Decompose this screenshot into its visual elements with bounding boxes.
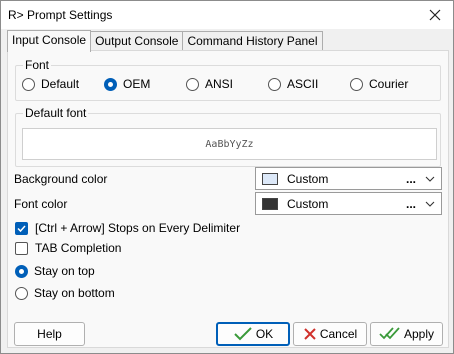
title-bar: R> Prompt Settings [1, 1, 453, 29]
tab-completion-checkbox-label: TAB Completion [35, 241, 122, 255]
help-button-label: Help [37, 327, 62, 341]
stay-on-top-radio[interactable]: Stay on top [15, 264, 95, 278]
font-color-label: Font color [14, 197, 68, 211]
close-icon[interactable] [425, 5, 445, 25]
background-color-value: Custom [287, 171, 329, 186]
font-radio-default-label: Default [41, 77, 80, 91]
background-color-select[interactable]: Custom ... [255, 167, 442, 190]
double-checkmark-icon [379, 327, 401, 341]
font-radio-default[interactable]: Default [22, 77, 79, 91]
tab-input-console[interactable]: Input Console [7, 30, 92, 52]
radio-indicator-selected [104, 77, 117, 91]
checkbox-indicator [15, 241, 28, 255]
font-radio-oem-label: OEM [123, 77, 151, 91]
font-group-label: Font [23, 58, 52, 72]
input-console-panel: Font Default OEM ANSI ASCII Courier Defa… [7, 50, 449, 348]
font-radio-courier-label: Courier [369, 77, 409, 91]
window-title: R> Prompt Settings [8, 8, 113, 22]
background-color-more-icon[interactable]: ... [406, 173, 416, 185]
stay-on-top-label: Stay on top [34, 264, 95, 278]
radio-indicator [350, 77, 363, 91]
radio-indicator [268, 77, 281, 91]
stay-on-bottom-label: Stay on bottom [34, 286, 115, 300]
font-radio-oem[interactable]: OEM [104, 77, 150, 91]
font-color-select[interactable]: Custom ... [255, 192, 442, 215]
background-color-label: Background color [14, 172, 108, 186]
tab-command-history-panel[interactable]: Command History Panel [182, 31, 323, 51]
radio-indicator [186, 77, 199, 91]
chevron-down-icon [424, 201, 436, 207]
font-color-swatch [262, 197, 278, 210]
font-preview: AaBbYyZz [22, 128, 437, 160]
chevron-down-icon [424, 176, 436, 182]
font-radio-courier[interactable]: Courier [350, 77, 408, 91]
tab-completion-checkbox[interactable]: TAB Completion [15, 241, 121, 255]
apply-button-label: Apply [403, 327, 435, 341]
font-group: Font Default OEM ANSI ASCII Courier [15, 58, 441, 101]
font-radio-ascii-label: ASCII [287, 77, 319, 91]
font-radio-ansi[interactable]: ANSI [186, 77, 233, 91]
apply-button[interactable]: Apply [370, 322, 443, 346]
ok-button-label: OK [255, 327, 274, 341]
checkbox-checked-indicator [15, 221, 28, 235]
checkmark-icon [233, 327, 253, 341]
radio-indicator [22, 77, 35, 91]
background-color-swatch [262, 172, 278, 185]
stay-on-bottom-radio[interactable]: Stay on bottom [15, 286, 115, 300]
radio-indicator-selected [15, 264, 28, 278]
font-radio-ansi-label: ANSI [205, 77, 234, 91]
font-color-value: Custom [287, 196, 329, 211]
tab-bar: Input Console Output Console Command His… [7, 30, 323, 52]
cancel-button-label: Cancel [319, 327, 358, 341]
radio-indicator [15, 286, 28, 300]
tab-output-console[interactable]: Output Console [90, 31, 184, 51]
help-button[interactable]: Help [14, 322, 85, 346]
font-color-more-icon[interactable]: ... [406, 198, 416, 210]
default-font-group: Default font AaBbYyZz [15, 106, 441, 167]
ok-button[interactable]: OK [216, 322, 290, 346]
cancel-button[interactable]: Cancel [293, 322, 367, 346]
font-radio-ascii[interactable]: ASCII [268, 77, 318, 91]
ctrl-arrow-checkbox-label: [Ctrl + Arrow] Stops on Every Delimiter [35, 221, 241, 235]
default-font-group-label: Default font [23, 106, 89, 120]
ctrl-arrow-checkbox[interactable]: [Ctrl + Arrow] Stops on Every Delimiter [15, 221, 240, 235]
dialog-window: R> Prompt Settings Input Console Output … [0, 0, 454, 354]
cancel-x-icon [303, 327, 317, 341]
